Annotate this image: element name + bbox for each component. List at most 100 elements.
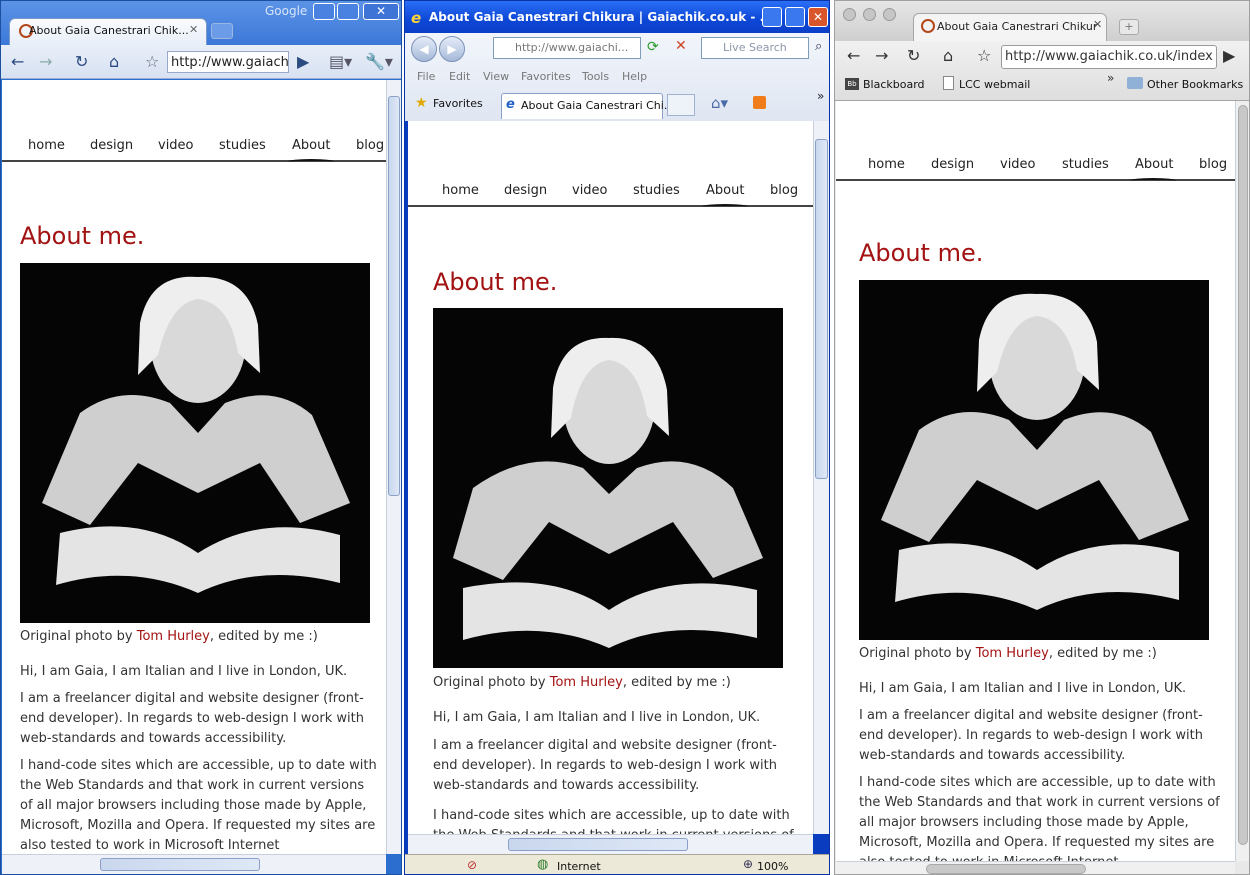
caption-prefix: Original photo by [20,629,133,644]
vertical-scrollbar[interactable] [813,121,829,834]
page-heading: About me. [20,222,145,250]
zoom-traffic-light[interactable] [883,8,896,21]
tab-ie-icon: e [506,97,515,112]
nav-video[interactable]: video [158,138,194,153]
nav-home[interactable]: home [442,183,479,198]
new-tab-button[interactable] [211,23,233,39]
maximize-button[interactable] [337,3,359,20]
close-button[interactable]: ✕ [808,7,828,27]
nav-design[interactable]: design [90,138,133,153]
photographer-link[interactable]: Tom Hurley [976,646,1049,661]
search-icon[interactable]: ⌕ [815,39,822,54]
rss-icon[interactable] [753,96,766,109]
minimize-traffic-light[interactable] [863,8,876,21]
vertical-scrollbar[interactable] [1235,101,1249,861]
overflow-chevron-icon[interactable]: » [817,89,824,103]
go-icon[interactable]: ▶ [297,53,309,71]
scroll-thumb[interactable] [388,96,400,496]
nav-blog[interactable]: blog [770,183,798,198]
new-tab-button[interactable] [667,94,695,116]
nav-about[interactable]: About [292,138,330,153]
address-text: http://www.gaiach [171,55,289,70]
horizontal-scrollbar[interactable] [408,834,813,854]
photo-caption: Original photo by Tom Hurley, edited by … [433,675,731,690]
scroll-thumb[interactable] [815,139,828,479]
menu-view[interactable]: View [483,70,509,83]
nav-studies[interactable]: studies [219,138,266,153]
nav-home[interactable]: home [868,157,905,172]
nav-design[interactable]: design [504,183,547,198]
page-menu-icon[interactable]: ▤▾ [329,53,352,71]
nav-blog[interactable]: blog [356,138,384,153]
bookmark-lcc-webmail[interactable]: LCC webmail [959,78,1030,91]
home-icon[interactable]: ⌂ [109,53,119,71]
nav-blog[interactable]: blog [1199,157,1227,172]
horizontal-scrollbar[interactable] [836,861,1235,874]
back-icon[interactable]: ← [11,53,24,71]
home-icon[interactable]: ⌂ [943,47,953,65]
other-bookmarks[interactable]: Other Bookmarks [1147,78,1243,91]
go-icon[interactable]: ▶ [1223,47,1235,65]
nav-design[interactable]: design [931,157,974,172]
menu-tools[interactable]: Tools [582,70,609,83]
page-heading: About me. [433,268,558,296]
zoom-icon[interactable]: ⊕ [743,857,753,871]
reload-icon[interactable]: ↻ [75,53,88,71]
bookmark-blackboard[interactable]: Blackboard [863,78,925,91]
close-traffic-light[interactable] [843,8,856,21]
menu-file[interactable]: File [417,70,435,83]
minimize-button[interactable] [313,3,335,20]
paragraph-2: I hand-code sites which are accessible, … [433,808,794,834]
menu-edit[interactable]: Edit [449,70,470,83]
ie-logo-icon: e [411,9,422,27]
tab-close-icon[interactable]: ✕ [1093,18,1102,31]
bookmarks-overflow-icon[interactable]: » [1107,71,1114,85]
nav-about[interactable]: About [706,183,744,198]
forward-icon[interactable]: → [875,47,888,65]
back-icon[interactable]: ◀ [411,36,437,62]
nav-studies[interactable]: studies [1062,157,1109,172]
favorites-star-icon[interactable]: ★ [415,95,428,111]
bookmark-star-icon[interactable]: ☆ [977,47,991,65]
profile-photo [433,308,783,668]
photographer-link[interactable]: Tom Hurley [550,675,623,690]
blackboard-icon: Bb [845,78,859,90]
menu-favorites[interactable]: Favorites [521,70,571,83]
browser-window-chrome-mac: About Gaia Canestrari Chikur ✕ + ← → ↻ ⌂… [834,0,1250,875]
photographer-link[interactable]: Tom Hurley [137,629,210,644]
forward-icon[interactable]: ▶ [439,36,465,62]
nav-studies[interactable]: studies [633,183,680,198]
refresh-icon[interactable]: ⟳ [647,39,659,55]
home-icon[interactable]: ⌂▾ [711,94,728,112]
h-scroll-thumb[interactable] [926,864,1086,874]
wrench-menu-icon[interactable]: 🔧▾ [365,53,393,71]
intro-paragraph: Hi, I am Gaia, I am Italian and I live i… [433,710,761,725]
nav-video[interactable]: video [572,183,608,198]
new-tab-button[interactable]: + [1119,19,1139,35]
active-nav-marker [288,159,334,164]
maximize-button[interactable] [785,7,805,27]
nav-about[interactable]: About [1135,157,1173,172]
back-icon[interactable]: ← [847,47,860,65]
horizontal-scrollbar[interactable] [2,854,386,874]
protected-mode-icon: ⊘ [467,858,478,872]
minimize-button[interactable] [762,7,782,27]
vertical-scrollbar[interactable] [386,80,401,854]
menu-help[interactable]: Help [622,70,647,83]
h-scroll-thumb[interactable] [508,838,688,851]
close-button[interactable]: ✕ [363,3,399,20]
nav-video[interactable]: video [1000,157,1036,172]
favorites-button[interactable]: Favorites [433,97,483,110]
bookmark-star-icon[interactable]: ☆ [145,53,159,71]
scroll-thumb[interactable] [1238,105,1248,845]
h-scroll-thumb[interactable] [100,858,260,871]
stop-icon[interactable]: ✕ [675,38,687,54]
caption-suffix: , edited by me :) [622,675,731,690]
reload-icon[interactable]: ↻ [907,47,920,65]
page-heading: About me. [859,239,984,267]
tab-close-icon[interactable]: ✕ [189,23,198,36]
tab-title: About Gaia Canestrari Chi... [521,99,675,112]
forward-icon[interactable]: → [39,53,52,71]
nav-home[interactable]: home [28,138,65,153]
zoom-level[interactable]: 100% [757,860,788,873]
